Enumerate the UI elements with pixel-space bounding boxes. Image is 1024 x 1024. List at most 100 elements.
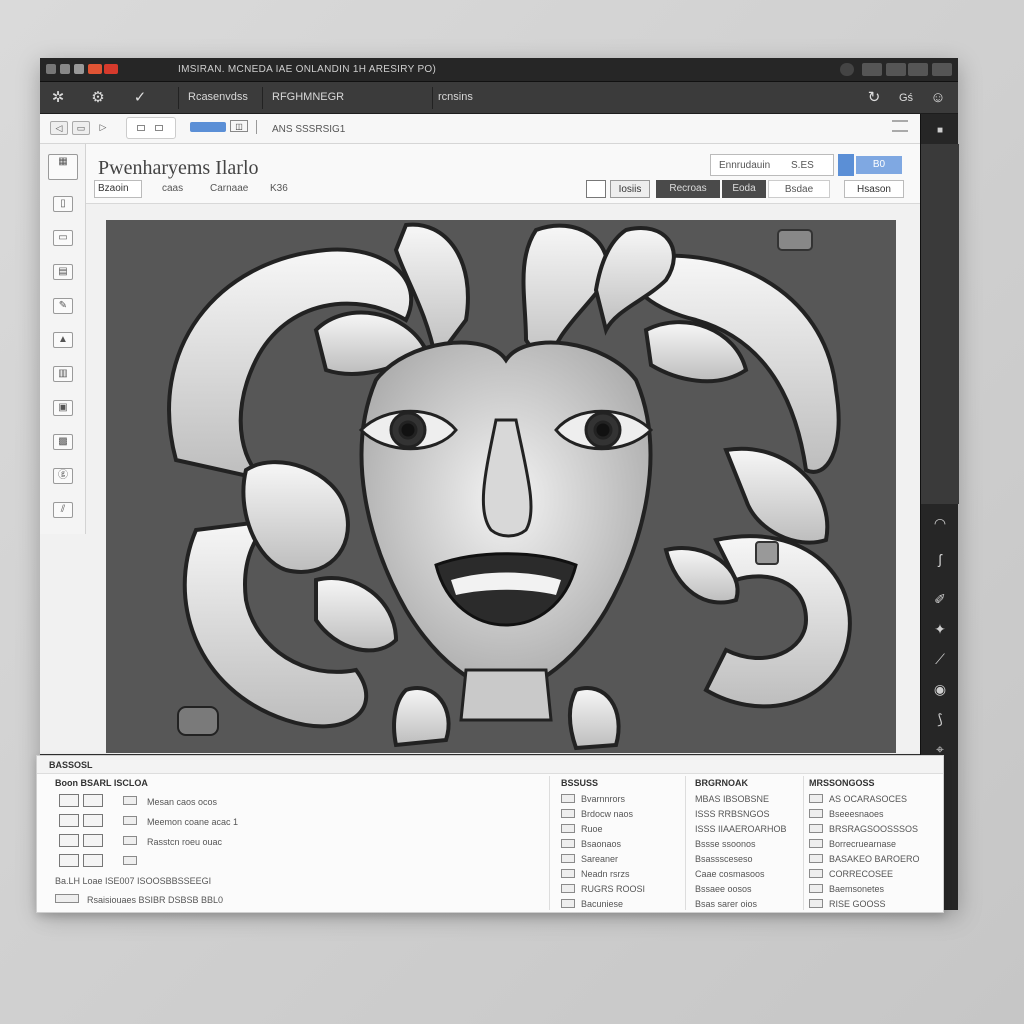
- header-btn-1[interactable]: Recroas: [656, 180, 720, 198]
- lasso-icon[interactable]: ✎: [53, 298, 73, 314]
- folder-icon[interactable]: ▭: [72, 121, 90, 135]
- tool-icon-5[interactable]: ▥: [53, 366, 73, 382]
- col1-row-3[interactable]: Bsaonaos: [581, 839, 621, 849]
- col1-chip[interactable]: [561, 809, 575, 818]
- row-chip-0[interactable]: [123, 796, 137, 805]
- header-btn-3[interactable]: Bsdae: [768, 180, 830, 198]
- header-btn-4[interactable]: Hsason: [844, 180, 904, 198]
- col1-chip[interactable]: [561, 899, 575, 908]
- pen-icon[interactable]: ✐: [931, 590, 949, 608]
- camera-icon[interactable]: ◉: [931, 680, 949, 698]
- tool-icon-1[interactable]: ▯: [53, 196, 73, 212]
- color-swatch[interactable]: [586, 180, 606, 198]
- left-row-0[interactable]: Mesan caos ocos: [147, 797, 217, 807]
- tab-0[interactable]: Bzaoin: [98, 183, 129, 194]
- close-icon[interactable]: [88, 64, 102, 74]
- col1-row-0[interactable]: Bvarnnrors: [581, 794, 625, 804]
- col3-row-4[interactable]: BASAKEO BAROERO: [829, 854, 920, 864]
- row-chip-1[interactable]: [123, 816, 137, 825]
- col3-row-5[interactable]: CORRECOSEE: [829, 869, 893, 879]
- col1-row-7[interactable]: Bacuniese: [581, 899, 623, 909]
- top-search-field[interactable]: Ennrudauin S.ES: [710, 154, 834, 176]
- panel-toggle-icon[interactable]: ■: [931, 122, 949, 140]
- link-icon[interactable]: ⟆: [931, 710, 949, 728]
- col1-chip[interactable]: [561, 794, 575, 803]
- menu-icon[interactable]: [892, 120, 908, 132]
- tab-2[interactable]: Carnaae: [210, 183, 248, 194]
- col1-row-4[interactable]: Sareaner: [581, 854, 618, 864]
- window-button-x[interactable]: [74, 64, 84, 74]
- col3-chip[interactable]: [809, 884, 823, 893]
- tool-icon-2[interactable]: ▭: [53, 230, 73, 246]
- col3-chip[interactable]: [809, 809, 823, 818]
- col1-chip[interactable]: [561, 839, 575, 848]
- thumb-icon-3[interactable]: [83, 814, 103, 827]
- undo-icon[interactable]: ◠: [931, 514, 949, 532]
- row-chip-2[interactable]: [123, 836, 137, 845]
- check-icon[interactable]: ✓: [130, 88, 150, 108]
- tool-icon-6[interactable]: ▣: [53, 400, 73, 416]
- brush-icon[interactable]: ʃ: [931, 550, 949, 568]
- toolbar-label-right[interactable]: rcnsins: [438, 91, 473, 103]
- ruler-icon[interactable]: ⟋: [931, 650, 949, 668]
- col3-chip[interactable]: [809, 899, 823, 908]
- col2-row-2[interactable]: ISSS IIAAEROARHOB: [695, 824, 787, 834]
- tool-icon-4[interactable]: ▲: [53, 332, 73, 348]
- col3-row-6[interactable]: Baemsonetes: [829, 884, 884, 894]
- col1-chip[interactable]: [561, 854, 575, 863]
- search-input[interactable]: [190, 122, 226, 132]
- thumb-icon-6[interactable]: [59, 854, 79, 867]
- close-button[interactable]: [104, 64, 118, 74]
- left-row-1[interactable]: Meemon coane acac 1: [147, 817, 238, 827]
- col1-row-1[interactable]: Brdocw naos: [581, 809, 633, 819]
- view-toggle[interactable]: [126, 117, 176, 139]
- maximize-button[interactable]: [886, 63, 906, 76]
- user-icon[interactable]: ☺: [928, 88, 948, 108]
- tool-icon-8[interactable]: ⓖ: [53, 468, 73, 484]
- thumb-icon-7[interactable]: [83, 854, 103, 867]
- thumb-icon-0[interactable]: [59, 794, 79, 807]
- lock-icon[interactable]: ✦: [931, 620, 949, 638]
- image-canvas[interactable]: [106, 220, 896, 753]
- col3-chip[interactable]: [809, 824, 823, 833]
- toolbar-label-mid[interactable]: RFGHMNEGR: [272, 91, 344, 103]
- col3-row-3[interactable]: Borrecruearnase: [829, 839, 896, 849]
- tab-3[interactable]: K36: [270, 183, 288, 194]
- col2-row-1[interactable]: ISSS RRBSNGOS: [695, 809, 770, 819]
- thumb-icon-5[interactable]: [83, 834, 103, 847]
- top-search-divider[interactable]: [838, 154, 854, 176]
- top-button[interactable]: B0: [856, 156, 902, 174]
- col3-chip[interactable]: [809, 854, 823, 863]
- window-close-button[interactable]: [932, 63, 952, 76]
- layers-icon[interactable]: ▦: [48, 154, 78, 180]
- left-row-2[interactable]: Rasstcn roeu ouac: [147, 837, 222, 847]
- view-grid-icon[interactable]: [155, 125, 163, 131]
- settings-icon[interactable]: [840, 63, 854, 76]
- thumb-icon-4[interactable]: [59, 834, 79, 847]
- thumb-icon-1[interactable]: [83, 794, 103, 807]
- footer-chip[interactable]: [55, 894, 79, 903]
- history-icon[interactable]: ↻: [864, 88, 884, 108]
- col3-chip[interactable]: [809, 869, 823, 878]
- col2-row-5[interactable]: Caae cosmasoos: [695, 869, 765, 879]
- tab-1[interactable]: caas: [162, 183, 183, 194]
- view-list-icon[interactable]: [137, 125, 145, 131]
- col3-row-7[interactable]: RISE GOOSS: [829, 899, 886, 909]
- col2-row-0[interactable]: MBAS IBSOBSNE: [695, 794, 769, 804]
- col1-row-5[interactable]: Neadn rsrzs: [581, 869, 630, 879]
- col1-row-6[interactable]: RUGRS ROOSI: [581, 884, 645, 894]
- col2-row-4[interactable]: Bsasssceseso: [695, 854, 753, 864]
- col2-row-6[interactable]: Bssaee oosos: [695, 884, 752, 894]
- row-chip-3[interactable]: [123, 856, 137, 865]
- tool-icon-9[interactable]: ⫽: [53, 502, 73, 518]
- col3-chip[interactable]: [809, 839, 823, 848]
- search-button[interactable]: ◫: [230, 120, 248, 132]
- toolbar-label-left[interactable]: Rcasenvdss: [188, 91, 248, 103]
- grid-icon[interactable]: Gś: [896, 88, 916, 108]
- gear-icon[interactable]: ⚙: [88, 88, 108, 108]
- col3-row-2[interactable]: BRSRAGSOOSSSOS: [829, 824, 918, 834]
- tool-icon-3[interactable]: ▤: [53, 264, 73, 280]
- thumb-icon-2[interactable]: [59, 814, 79, 827]
- col2-row-7[interactable]: Bsas sarer oios: [695, 899, 757, 909]
- tool-icon-7[interactable]: ▩: [53, 434, 73, 450]
